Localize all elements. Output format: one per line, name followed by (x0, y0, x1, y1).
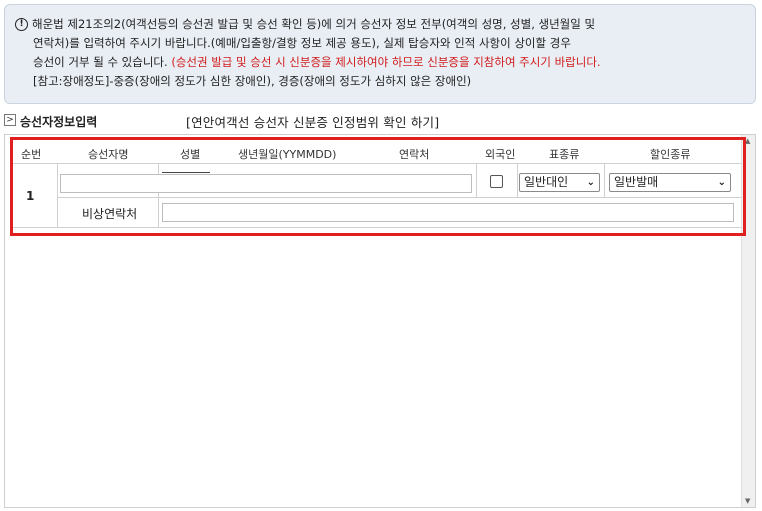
section-header: > 승선자정보입력 [연안여객선 승선자 신분증 인정범위 확인 하기] (4, 112, 756, 130)
foreigner-checkbox[interactable] (490, 175, 503, 188)
discount-type-value: 일반발매 (614, 175, 659, 189)
table-divider (604, 163, 605, 197)
table-divider (158, 163, 159, 227)
header-name: 승선자명 (88, 148, 129, 161)
table-divider (57, 197, 741, 198)
header-gender: 성별 (180, 148, 201, 161)
notice-line-1: 해운법 제21조의2(여객선등의 승선권 발급 및 승선 확인 등)에 의거 승… (32, 17, 596, 31)
header-ticket-type: 표종류 (549, 148, 580, 161)
notice-box: ! 해운법 제21조의2(여객선등의 승선권 발급 및 승선 확인 등)에 의거… (4, 4, 756, 104)
chevron-right-icon: > (4, 114, 16, 126)
table-divider (517, 163, 518, 197)
ticket-type-value: 일반대인 (524, 175, 569, 189)
notice-line-3-warning: (승선권 발급 및 승선 시 신분증을 제시하여야 하므로 신분증을 지참하여 … (171, 55, 601, 69)
header-discount-type: 할인종류 (650, 148, 691, 161)
emergency-contact-label: 비상연락처 (82, 207, 138, 221)
alert-icon: ! (15, 18, 28, 31)
header-seq: 순번 (21, 148, 42, 161)
emergency-contact-input[interactable] (162, 203, 734, 222)
chevron-down-icon: ⌄ (717, 177, 726, 188)
row-seq: 1 (26, 189, 35, 203)
gender-field-underline (162, 172, 210, 173)
table-divider (13, 163, 741, 164)
scroll-down-icon[interactable]: ▼ (745, 497, 750, 505)
discount-type-select[interactable]: 일반발매 ⌄ (609, 173, 731, 192)
header-birth: 생년월일(YYMMDD) (238, 148, 337, 161)
table-divider (57, 163, 58, 227)
table-divider (13, 227, 741, 228)
ticket-type-select[interactable]: 일반대인 ⌄ (519, 173, 600, 192)
passenger-name-input[interactable] (60, 174, 472, 193)
chevron-down-icon: ⌄ (586, 177, 595, 188)
notice-line-4: [참고:장애정도]-중증(장애의 정도가 심한 장애인), 경증(장애의 정도가… (33, 74, 472, 88)
header-foreigner: 외국인 (485, 148, 516, 161)
section-title: 승선자정보입력 (20, 115, 98, 129)
notice-line-3: 승선이 거부 될 수 있습니다. (33, 55, 168, 69)
id-check-link[interactable]: [연안여객선 승선자 신분증 인정범위 확인 하기] (186, 112, 439, 131)
header-contact: 연락처 (399, 148, 430, 161)
table-divider (476, 163, 477, 197)
notice-line-2: 연락처)를 입력하여 주시기 바랍니다.(예매/입출항/결항 정보 제공 용도)… (33, 36, 571, 50)
